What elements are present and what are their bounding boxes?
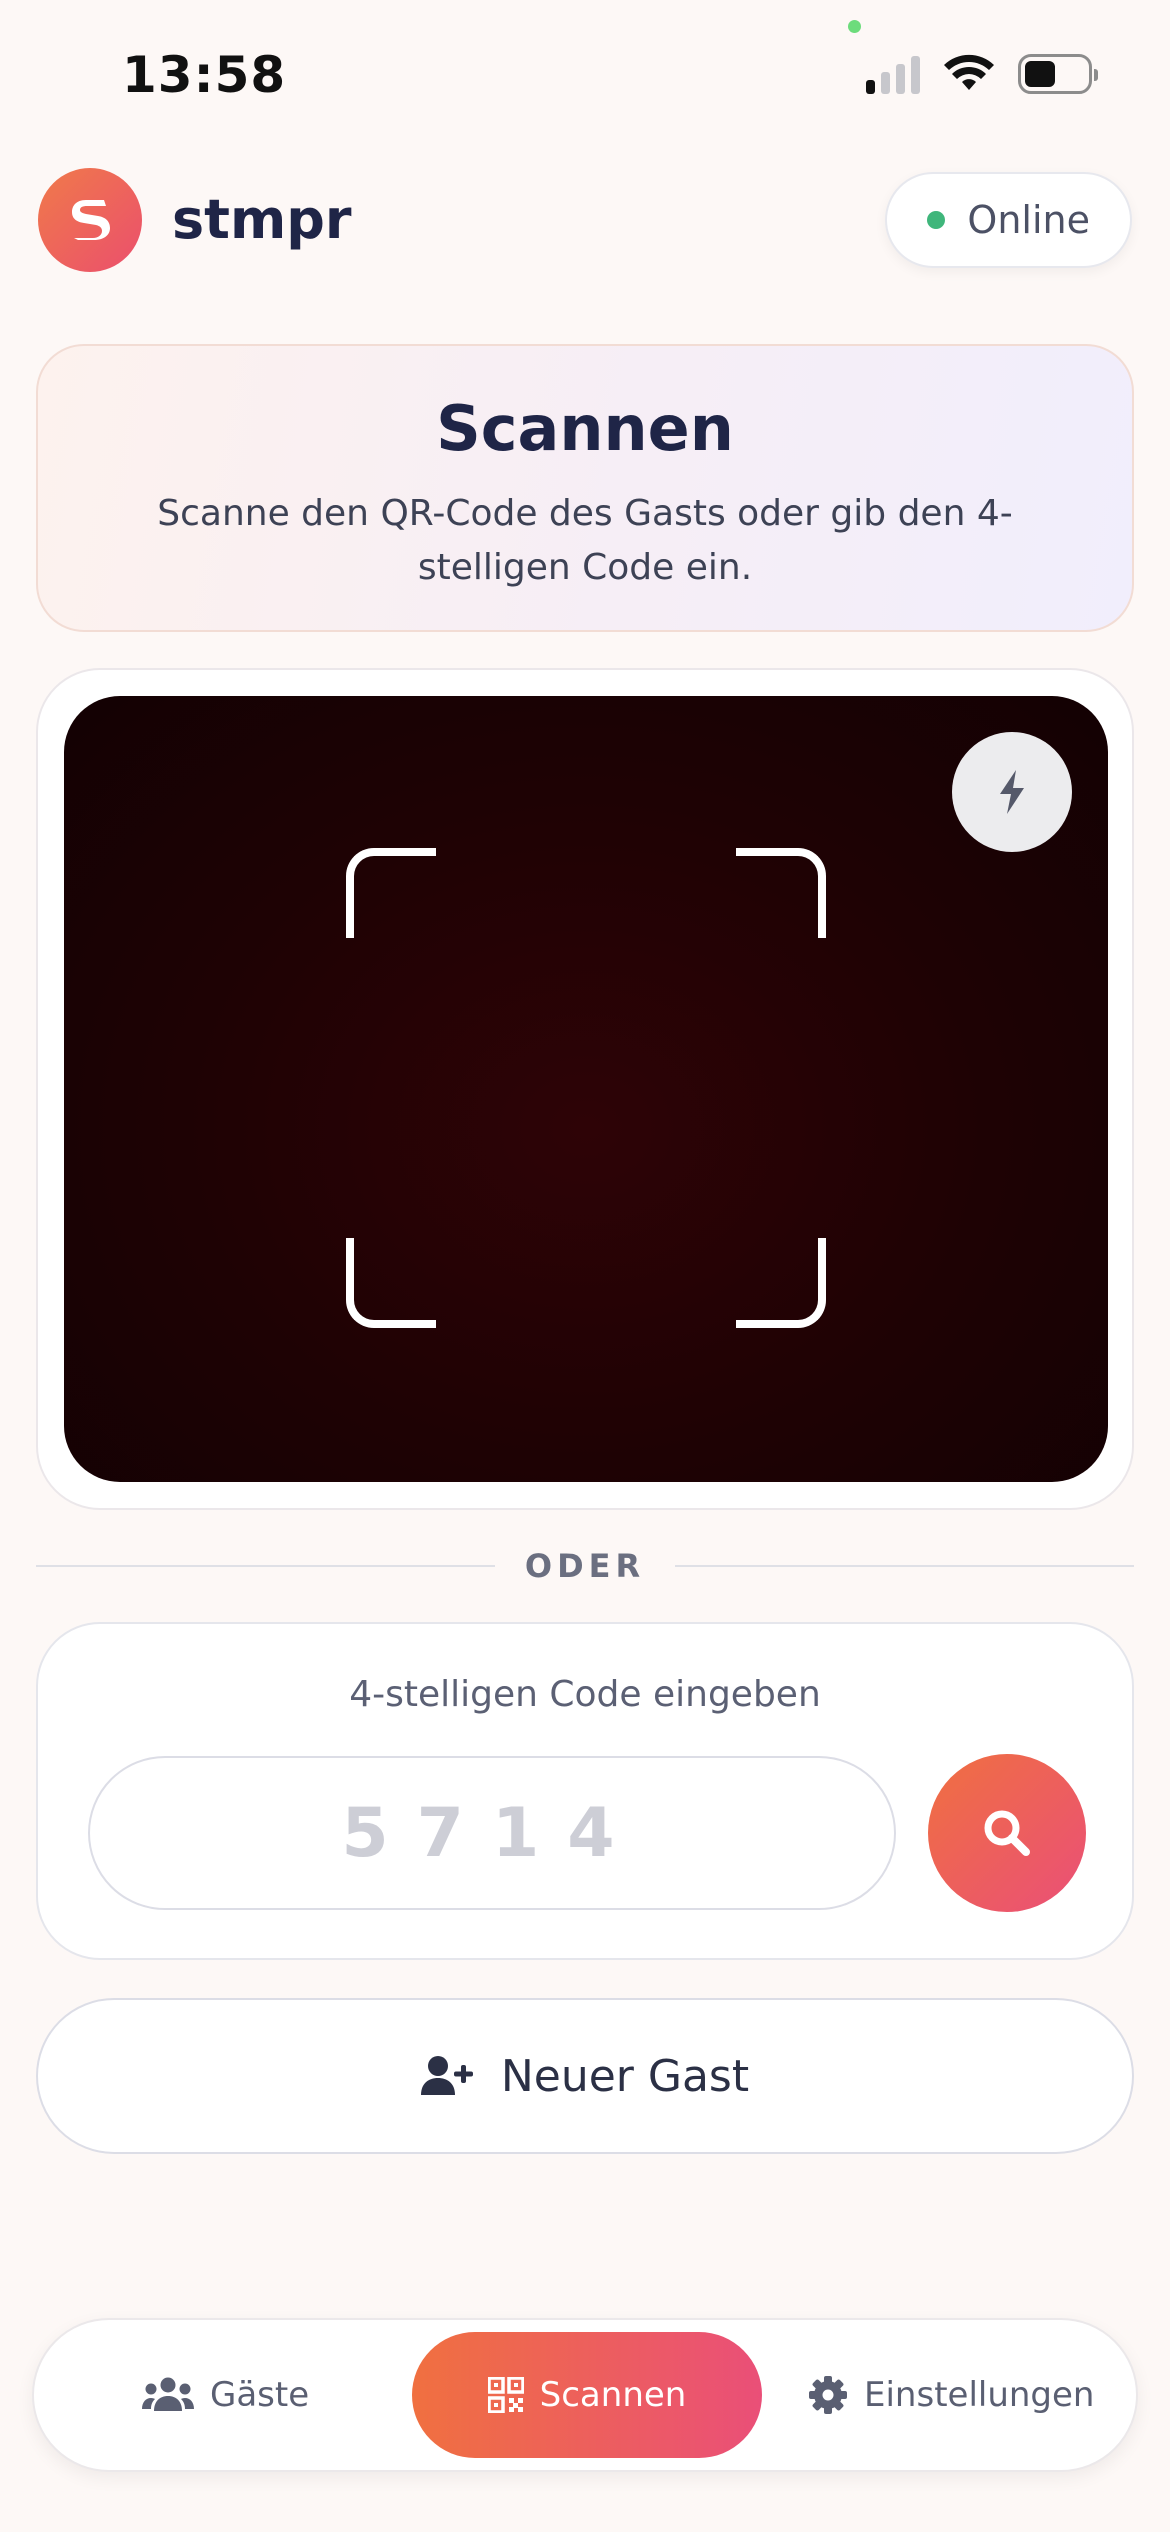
online-dot [927, 211, 946, 229]
scan-frame-corner-top-left [346, 848, 436, 938]
connection-status-label: Online [967, 198, 1090, 242]
nav-item-guests[interactable]: Gäste [142, 2320, 309, 2470]
status-icons [866, 54, 1098, 94]
nav-label-settings: Einstellungen [864, 2375, 1095, 2415]
new-guest-button[interactable]: Neuer Gast [36, 1998, 1134, 2154]
or-label: ODER [524, 1547, 646, 1585]
scan-frame-corner-bottom-right [736, 1238, 826, 1328]
flash-icon [1000, 770, 1024, 814]
user-plus-icon [420, 2056, 473, 2095]
connection-status-badge: Online [885, 172, 1132, 268]
scan-screen: 13:58 stmpr Online Scannen Scanne den QR… [0, 0, 1170, 2532]
brand-name: stmpr [172, 188, 352, 251]
scan-frame-corner-top-right [736, 848, 826, 938]
qr-code-icon [487, 2377, 524, 2413]
bottom-navigation: Gäste Scannen Einstellungen [32, 2318, 1138, 2472]
privacy-indicator [848, 20, 861, 33]
status-time: 13:58 [122, 46, 287, 104]
flash-toggle-button[interactable] [952, 732, 1072, 852]
gear-icon [809, 2376, 847, 2414]
search-icon [984, 1810, 1030, 1856]
code-entry-label: 4-stelligen Code eingeben [349, 1674, 821, 1715]
page-subtitle: Scanne den QR-Code des Gasts oder gib de… [157, 493, 1013, 588]
app-logo [38, 168, 142, 272]
camera-viewfinder[interactable] [64, 696, 1108, 1482]
nav-item-scan[interactable]: Scannen [412, 2332, 762, 2458]
page-title: Scannen [436, 392, 734, 465]
scan-frame-corner-bottom-left [346, 1238, 436, 1328]
scan-info-card: Scannen Scanne den QR-Code des Gasts ode… [36, 344, 1134, 632]
new-guest-label: Neuer Gast [500, 2050, 750, 2102]
nav-label-guests: Gäste [210, 2375, 310, 2415]
camera-card [36, 668, 1134, 1510]
battery-icon [1018, 54, 1098, 94]
wifi-icon [944, 54, 994, 90]
nav-item-settings[interactable]: Einstellungen [808, 2320, 1094, 2470]
nav-label-scan: Scannen [539, 2375, 687, 2415]
logo-icon [72, 200, 110, 240]
search-button[interactable] [928, 1754, 1086, 1912]
code-entry-card: 4-stelligen Code eingeben [36, 1622, 1134, 1960]
or-divider: ODER [36, 1546, 1135, 1586]
cellular-signal-icon [866, 54, 920, 94]
code-input[interactable] [88, 1756, 896, 1910]
users-icon [142, 2377, 194, 2411]
